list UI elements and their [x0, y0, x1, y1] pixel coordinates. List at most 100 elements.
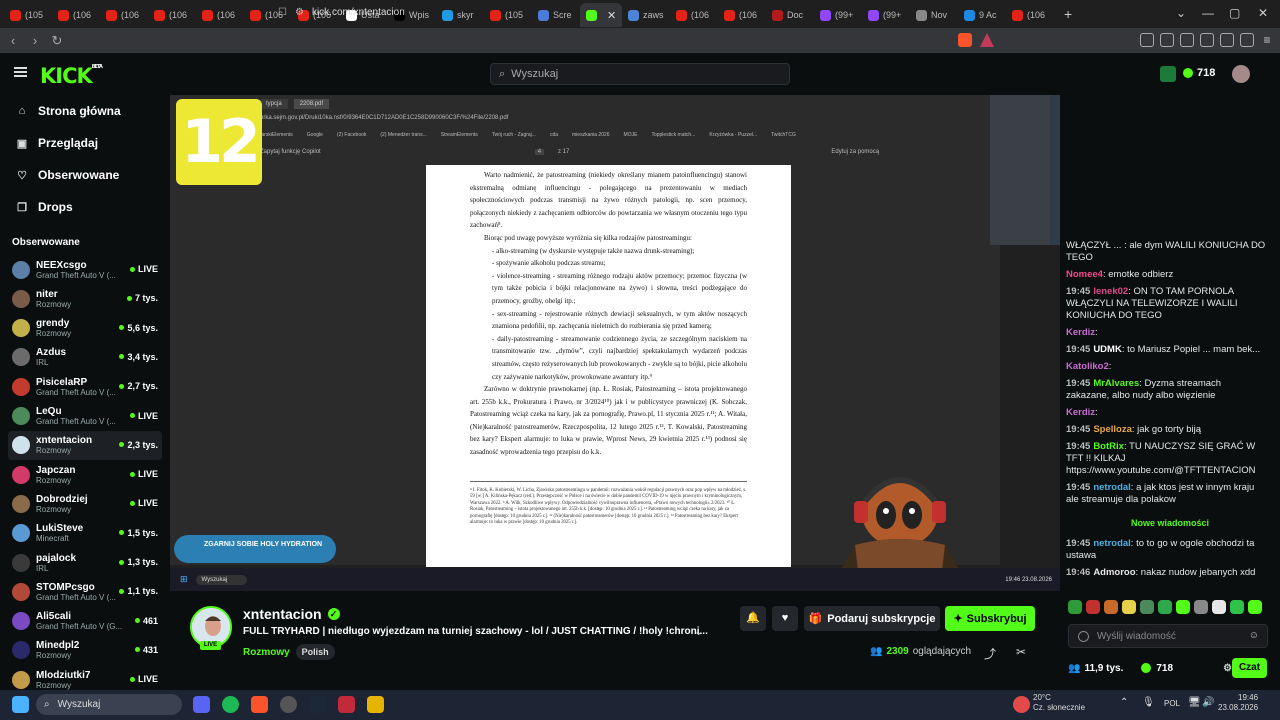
search-input[interactable]: ⌕ Wyszukaj	[490, 63, 790, 85]
bookmark-icon[interactable]: ☐	[278, 7, 287, 18]
subscribe-button[interactable]: ✦ Subskrybuj	[945, 606, 1035, 631]
back-icon[interactable]: ‹	[2, 33, 24, 48]
media-icon[interactable]	[1160, 33, 1174, 47]
chat-message[interactable]: 19:45 Spelloza: jak go torty biją	[1066, 424, 1266, 436]
chat-username[interactable]: Kerdiz	[1066, 327, 1095, 338]
follow-heart-button[interactable]: ♥	[772, 606, 798, 631]
chat-message[interactable]: Katoliko2:	[1066, 361, 1266, 373]
language-tag[interactable]: Polish	[295, 644, 335, 660]
network-icon[interactable]: 🖥	[1188, 697, 1201, 708]
streamer-name[interactable]: xntentacion ✓	[243, 606, 340, 622]
expand-title-icon[interactable]: ⌄	[694, 625, 703, 638]
menu-icon[interactable]: ≡	[1260, 33, 1274, 47]
emoji-icon[interactable]: ☺	[1249, 630, 1259, 641]
emote-icon[interactable]	[1248, 600, 1262, 614]
followed-channel[interactable]: NEEXcsgo Grand Theft Auto V (... LIVE	[8, 255, 162, 284]
league-icon[interactable]	[367, 696, 384, 713]
chat-username[interactable]: netrodal	[1093, 538, 1130, 549]
brave-icon[interactable]	[251, 696, 268, 713]
chat-username[interactable]: Nomee4	[1066, 269, 1103, 280]
followed-channel[interactable]: LeQu Grand Theft Auto V (... LIVE	[8, 402, 162, 431]
extensions-icon[interactable]	[1140, 33, 1154, 47]
chat-message[interactable]: 19:45 BotRix: TU NAUCZYSZ SIĘ GRAĆ W TFT …	[1066, 441, 1266, 477]
new-tab-icon[interactable]: +	[1064, 6, 1072, 22]
browser-tab[interactable]: (105	[4, 3, 52, 27]
emote-icon[interactable]	[1104, 600, 1118, 614]
followed-channel[interactable]: Ali5cali Grand Theft Auto V (G... 461	[8, 607, 162, 636]
chat-options-icon[interactable]	[1078, 631, 1089, 642]
chat-username[interactable]: MrAlvares	[1093, 378, 1139, 389]
followed-channel[interactable]: pajalock IRL 1,3 tys.	[8, 548, 162, 577]
sidebar-nav-item[interactable]: ♡ Obserwowane	[0, 159, 170, 191]
sidebar-icon[interactable]	[1180, 33, 1194, 47]
chat-username[interactable]: Spelloza	[1093, 424, 1132, 435]
reload-icon[interactable]: ↻	[46, 33, 68, 49]
chat-username[interactable]: Admoroo	[1093, 567, 1135, 578]
chat-message[interactable]: 19:45 lenek02: ON TO TAM PORNOLA WŁĄCZYLI…	[1066, 286, 1266, 322]
share-icon[interactable]: ⤴	[984, 645, 996, 662]
browser-tab[interactable]: (106	[100, 3, 148, 27]
browser-tab[interactable]: (106	[52, 3, 100, 27]
sidebar-nav-item[interactable]: ❒ Drops	[0, 191, 170, 223]
drops-inventory-icon[interactable]	[1160, 66, 1176, 82]
followed-channel[interactable]: xntentacion Rozmowy 2,3 tys.	[8, 430, 162, 460]
followed-channel[interactable]: grendy Rozmowy 5,6 tys.	[8, 314, 162, 343]
followed-channel[interactable]: PisicelaRP Grand Theft Auto V (... 2,7 tys…	[8, 372, 162, 401]
browser-tab[interactable]: (106	[196, 3, 244, 27]
chat-username[interactable]: lenek02	[1093, 286, 1128, 297]
user-avatar[interactable]	[1232, 65, 1250, 83]
chat-username[interactable]: netrodal	[1093, 482, 1130, 493]
chat-input[interactable]: Wyślij wiadomość ☺	[1068, 624, 1268, 648]
followed-channel[interactable]: LukiSteve Minecraft 1,5 tys.	[8, 519, 162, 548]
chat-message[interactable]: 19:45 UDMK: to Mariusz Popiel ... mam bek…	[1066, 344, 1266, 356]
followed-channel[interactable]: Japczan Rozmowy LIVE	[8, 460, 162, 489]
chat-settings-icon[interactable]: ⚙	[1223, 663, 1232, 674]
emote-icon[interactable]	[1194, 600, 1208, 614]
chat-username[interactable]: UDMK	[1093, 344, 1122, 355]
forward-icon[interactable]: ›	[24, 33, 46, 48]
emote-icon[interactable]	[1158, 600, 1172, 614]
vpn-icon[interactable]	[1240, 33, 1254, 47]
volume-icon[interactable]: 🔊	[1202, 697, 1214, 708]
obs-icon[interactable]	[280, 696, 297, 713]
taskbar-clock[interactable]: 19:46 23.08.2026	[1218, 693, 1258, 713]
chat-message[interactable]: 19:45 netrodal: a jak ktos jest w innym k…	[1066, 482, 1266, 506]
followed-channel[interactable]: Minedpl2 Rozmowy 431	[8, 636, 162, 665]
emote-icon[interactable]	[1122, 600, 1136, 614]
chat-message[interactable]: 19:46 Admoroo: nakaz nudow jebanych xdd	[1066, 567, 1266, 579]
spotify-icon[interactable]	[222, 696, 239, 713]
emote-icon[interactable]	[1212, 600, 1226, 614]
kick-logo[interactable]: KICKBETA	[40, 64, 103, 88]
steam-icon[interactable]	[309, 696, 326, 713]
chat-username[interactable]: BotRix	[1093, 441, 1124, 452]
hamburger-icon[interactable]	[14, 67, 27, 77]
windows-start-icon[interactable]	[12, 696, 29, 713]
sidebar-nav-item[interactable]: ⌂ Strona główna	[0, 95, 170, 127]
clip-icon[interactable]: ✂	[1016, 645, 1026, 659]
mic-icon[interactable]: 🎙	[1142, 697, 1155, 708]
followed-channel[interactable]: STOMPcsgo Grand Theft Auto V (... 1,1 tys.	[8, 577, 162, 606]
tray-chevron-icon[interactable]: ⌃	[1120, 697, 1128, 708]
emote-icon[interactable]	[1086, 600, 1100, 614]
new-messages-divider[interactable]: Nowe wiadomości	[1060, 518, 1280, 528]
channel-points[interactable]: 718	[1183, 67, 1215, 79]
emote-icon[interactable]	[1068, 600, 1082, 614]
chat-message[interactable]: 19:45 netrodal: to to go w ogole obchodzi…	[1066, 538, 1266, 562]
chat-message[interactable]: WŁĄCZYŁ ... : ale dym WALILI KONIUCHA DO…	[1066, 240, 1266, 264]
chat-message[interactable]: Kerdiz:	[1066, 327, 1266, 339]
taskbar-search[interactable]: ⌕ Wyszukaj	[36, 694, 182, 715]
followed-channel[interactable]: Dobrodziej Rozmowy LIVE	[8, 489, 162, 518]
chat-message[interactable]: 19:45 MrAlvares: Dyzma streamach zakazane…	[1066, 378, 1266, 402]
weather-widget[interactable]: 20°C Cz. słonecznie	[1033, 693, 1085, 713]
category-link[interactable]: Rozmowy	[243, 647, 290, 658]
brave-shield-icon[interactable]	[958, 33, 972, 47]
chat-username[interactable]: Kerdiz	[1066, 407, 1095, 418]
minimize-icon[interactable]: —	[1202, 6, 1214, 20]
chat-message[interactable]: Kerdiz:	[1066, 407, 1266, 419]
wallet-icon[interactable]	[1200, 33, 1214, 47]
send-chat-button[interactable]: Czat	[1232, 658, 1267, 678]
emote-icon[interactable]	[1140, 600, 1154, 614]
browser-tab[interactable]: (106	[148, 3, 196, 27]
site-info-icon[interactable]: ⚙	[295, 7, 304, 18]
app-icon[interactable]	[338, 696, 355, 713]
